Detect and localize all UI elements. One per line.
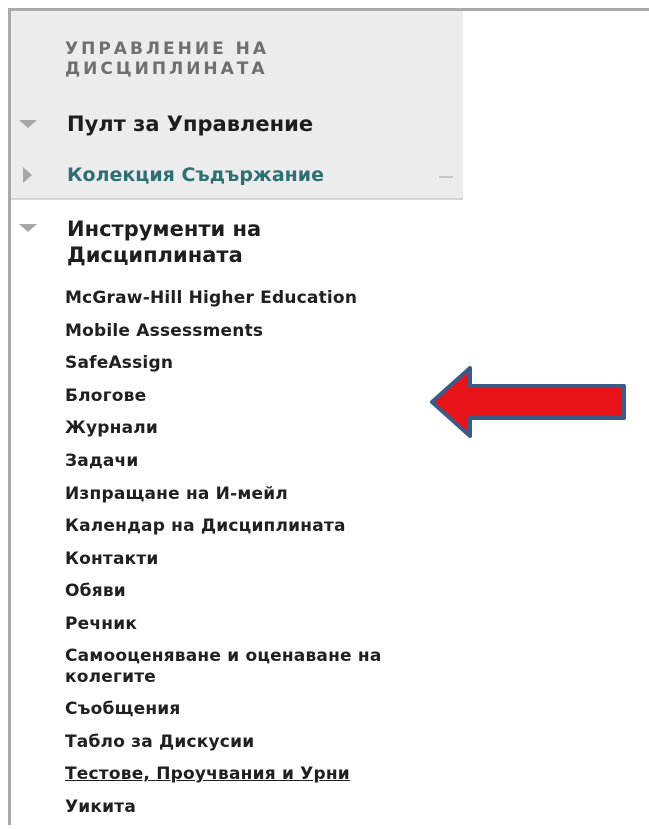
course-tools-list: McGraw-Hill Higher Education Mobile Asse… (65, 287, 457, 829)
tool-item-label[interactable]: Тестове, Проучвания и Урни (65, 764, 350, 784)
tool-item[interactable]: Речник (65, 613, 457, 646)
tool-item[interactable]: Изпращане на И-мейл (65, 483, 457, 516)
tool-item[interactable]: Самооценяване и оценаване на колегите (65, 646, 457, 699)
tool-item[interactable]: Табло за Дискусии (65, 731, 457, 764)
tool-item[interactable]: Съобщения (65, 698, 457, 731)
triangle-right-icon[interactable] (23, 167, 32, 183)
tool-item[interactable]: Mobile Assessments (65, 320, 457, 353)
content-collection-link[interactable]: Колекция Съдържание (67, 163, 324, 187)
tool-item[interactable]: Блогове (65, 385, 457, 418)
tool-item[interactable]: McGraw-Hill Higher Education (65, 287, 457, 320)
tool-item[interactable]: Задачи (65, 450, 457, 483)
course-tools-title[interactable]: Инструменти на Дисциплината (67, 216, 367, 268)
control-panel-title[interactable]: Пулт за Управление (67, 111, 313, 137)
panel-divider (11, 198, 463, 200)
tool-item[interactable]: Контакти (65, 548, 457, 581)
triangle-down-icon[interactable] (19, 120, 37, 128)
tool-item[interactable]: Уикита (65, 796, 457, 829)
section-header: УПРАВЛЕНИЕ НА ДИСЦИПЛИНАТА (65, 39, 270, 79)
tool-item[interactable]: Обяви (65, 580, 457, 613)
collection-dash (439, 176, 453, 178)
left-arrow-icon (430, 366, 626, 438)
tool-item-underlined[interactable]: Тестове, Проучвания и Урни (65, 763, 457, 796)
triangle-down-icon[interactable] (19, 224, 37, 232)
tool-item[interactable]: Журнали (65, 417, 457, 450)
tool-item[interactable]: Календар на Дисциплината (65, 515, 457, 548)
tool-item[interactable]: SafeAssign (65, 352, 457, 385)
course-management-panel: УПРАВЛЕНИЕ НА ДИСЦИПЛИНАТА Пулт за Управ… (11, 11, 463, 825)
